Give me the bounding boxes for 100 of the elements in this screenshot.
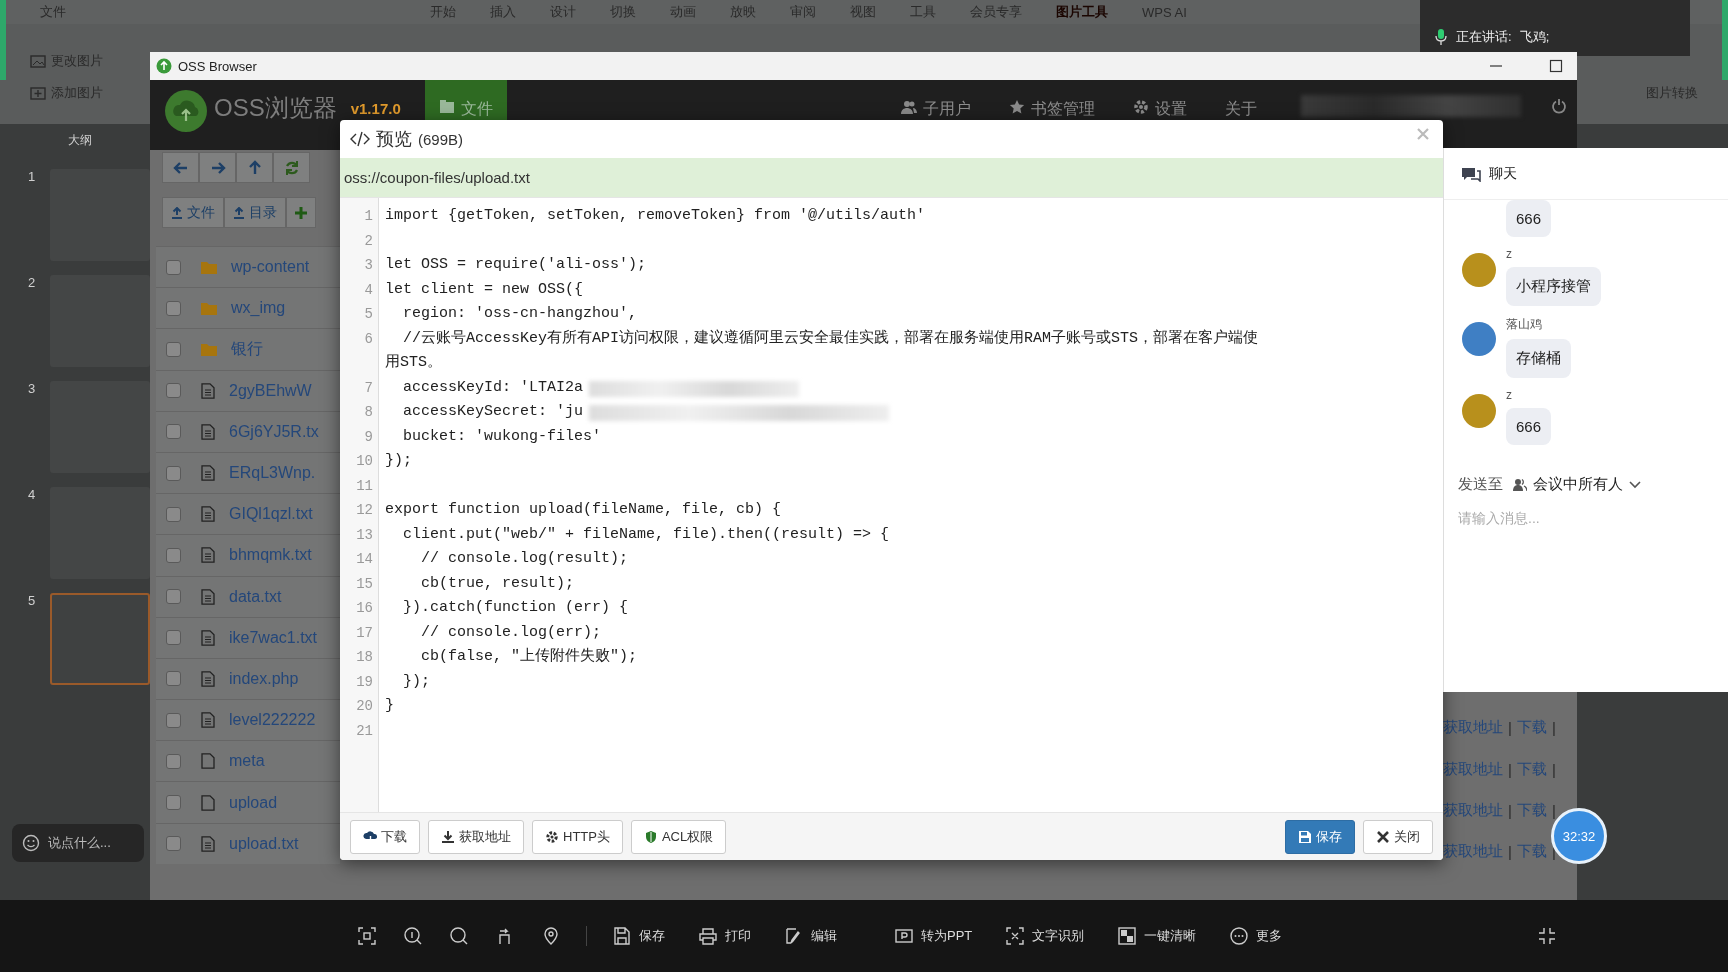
code-line: });: [402, 671, 431, 692]
up-button[interactable]: [236, 152, 273, 183]
recipient-dropdown[interactable]: 会议中所有人: [1513, 475, 1641, 494]
checkbox[interactable]: [166, 506, 181, 522]
dialog-button[interactable]: ACL权限: [630, 819, 727, 854]
add-button[interactable]: [286, 197, 316, 228]
checkbox[interactable]: [166, 836, 181, 852]
file-row[interactable]: ERqL3Wnp.: [156, 451, 340, 494]
toolbar-button[interactable]: 文字识别: [1004, 925, 1087, 947]
checkbox[interactable]: [166, 547, 181, 563]
checkbox[interactable]: [166, 424, 181, 440]
sender-name: z: [1506, 388, 1512, 402]
dialog-button[interactable]: 获取地址: [428, 819, 524, 854]
dialog-button[interactable]: 关闭: [1363, 819, 1433, 854]
slide-thumbnail[interactable]: [50, 381, 150, 473]
app-name: OSS浏览器: [214, 93, 337, 123]
toolbar-button[interactable]: 转为PPT: [893, 925, 975, 947]
action-link[interactable]: 获取地址: [1443, 800, 1503, 820]
outline-tab[interactable]: 大纲: [68, 132, 150, 149]
focus-button[interactable]: [356, 925, 378, 947]
comment-field[interactable]: 说点什么...: [12, 824, 144, 862]
action-link[interactable]: 下载: [1516, 718, 1547, 738]
file-row[interactable]: wx_img: [156, 287, 340, 329]
file-row[interactable]: upload.txt: [156, 822, 340, 864]
app-icon: [156, 58, 172, 74]
line-number: 7: [363, 378, 374, 398]
checkbox[interactable]: [166, 300, 181, 316]
close-icon[interactable]: [1417, 128, 1429, 140]
folder-icon: [201, 301, 217, 316]
code-line: // console.log(result);: [420, 549, 629, 569]
slide-number: 1: [28, 169, 36, 186]
line-number: 6: [363, 329, 374, 349]
code-line: }: [385, 696, 394, 716]
slide-thumbnail[interactable]: [50, 169, 150, 261]
refresh-button[interactable]: [273, 152, 310, 183]
toolbar-button[interactable]: 更多: [1228, 925, 1285, 947]
send-to-label: 发送至: [1458, 475, 1503, 494]
exit-fullscreen-icon: [1538, 927, 1556, 945]
slide-thumbnail[interactable]: [50, 275, 150, 367]
zoom-out-button[interactable]: [448, 925, 470, 947]
action-link[interactable]: 获取地址: [1443, 759, 1503, 779]
line-number: 3: [363, 256, 374, 275]
slide-thumbnail[interactable]: [50, 487, 150, 579]
file-row[interactable]: level222222: [156, 699, 340, 741]
file-row[interactable]: 6Gj6YJ5R.tx: [156, 410, 340, 452]
file-row[interactable]: data.txt: [156, 575, 340, 617]
action-link[interactable]: 下载: [1516, 759, 1547, 779]
checkbox[interactable]: [166, 671, 181, 687]
dialog-title: 预览: [376, 128, 412, 151]
sender-name: 落山鸡: [1506, 316, 1542, 333]
action-link[interactable]: 获取地址: [1443, 718, 1503, 738]
file-row[interactable]: 2gyBEhwW: [156, 369, 340, 411]
checkbox[interactable]: [166, 259, 181, 275]
checkbox[interactable]: [166, 753, 181, 769]
more-icon: [1230, 927, 1249, 945]
power-icon[interactable]: [1551, 98, 1567, 114]
upload-button[interactable]: 目录: [224, 197, 286, 228]
file-path: oss://coupon-files/upload.txt: [340, 158, 1443, 197]
checkbox[interactable]: [166, 795, 181, 811]
checkbox[interactable]: [166, 465, 181, 481]
action-link[interactable]: 下载: [1516, 841, 1547, 861]
menu-item[interactable]: 图片工具: [1056, 3, 1108, 21]
folder-icon: [201, 260, 217, 275]
forward-button[interactable]: [199, 152, 236, 183]
file-row[interactable]: index.php: [156, 657, 340, 700]
dialog-button[interactable]: HTTP头: [532, 819, 623, 854]
toolbar-button[interactable]: 编辑: [783, 925, 839, 947]
upload-button[interactable]: 文件: [162, 197, 224, 228]
file-row[interactable]: upload: [156, 781, 340, 823]
action-link[interactable]: 获取地址: [1443, 841, 1503, 861]
toolbar-button[interactable]: 一键清晰: [1116, 925, 1199, 947]
back-button[interactable]: [162, 152, 199, 183]
speaker-name: 飞鸡;: [1519, 28, 1550, 46]
toolbar-button[interactable]: 打印: [697, 925, 753, 947]
file-row[interactable]: GIQl1qzl.txt: [156, 493, 340, 535]
slide-thumbnail[interactable]: [50, 593, 150, 685]
checkbox[interactable]: [166, 589, 181, 605]
file-row[interactable]: meta: [156, 740, 340, 782]
code-line: accessKeyId: 'LTAI2a: [402, 377, 584, 398]
checkbox[interactable]: [166, 630, 181, 646]
file-row[interactable]: ike7wac1.txt: [156, 616, 340, 658]
dialog-button[interactable]: 下载: [350, 819, 420, 854]
code-line: //云账号AccessKey有所有API访问权限，建议遵循阿里云安全最佳实践，部署在服务端使用RAM子账号或STS，部署在客户端使用STS。: [385, 328, 1260, 373]
gear-icon: [545, 829, 559, 844]
file-row[interactable]: wp-content: [156, 246, 340, 288]
line-number: 15: [355, 574, 374, 594]
maximize-icon[interactable]: [1549, 59, 1563, 73]
logo-icon: [164, 89, 208, 133]
toolbar-button[interactable]: 保存: [611, 925, 667, 947]
file-row[interactable]: 银行: [156, 328, 340, 370]
code-line: });: [385, 451, 412, 471]
checkbox[interactable]: [166, 341, 181, 357]
line-number: 19: [355, 672, 374, 692]
zoom-in-button[interactable]: [402, 925, 424, 947]
dialog-button[interactable]: 保存: [1285, 819, 1355, 854]
checkbox[interactable]: [166, 712, 181, 728]
action-link[interactable]: 下载: [1516, 800, 1547, 820]
fullscreen-button[interactable]: [1536, 925, 1558, 947]
file-row[interactable]: bhmqmk.txt: [156, 534, 340, 576]
checkbox[interactable]: [166, 383, 181, 399]
